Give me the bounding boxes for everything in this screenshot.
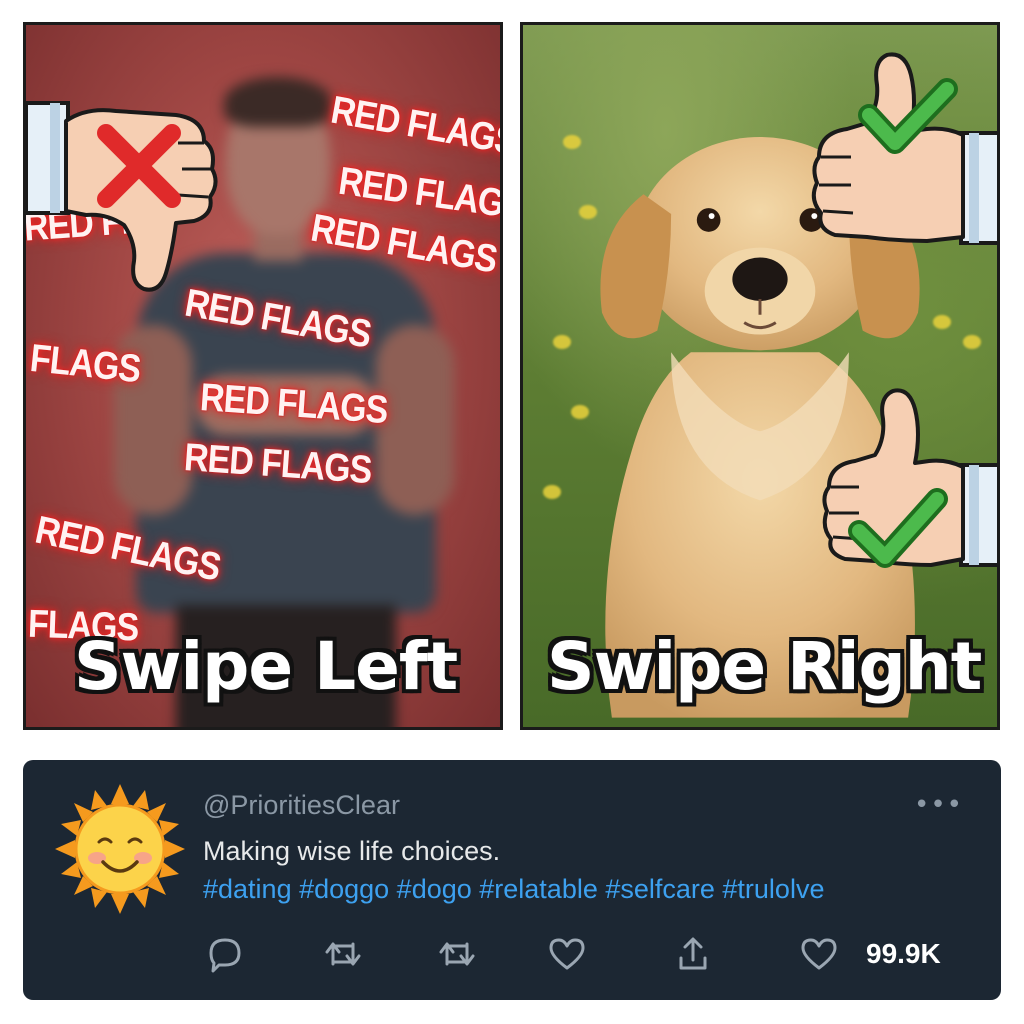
thumbs-down-red-x-icon (26, 101, 218, 292)
like-icon[interactable] (797, 932, 841, 976)
swipe-left-caption: Swipe Left (74, 628, 458, 705)
smiling-sun-icon[interactable] (55, 784, 185, 914)
share-icon[interactable] (671, 932, 715, 976)
reply-icon[interactable] (203, 932, 247, 976)
swipe-right-caption: Swipe Right (547, 628, 982, 705)
tweet-text: Making wise life choices. (203, 836, 501, 866)
more-dots-icon[interactable]: ••• (914, 790, 963, 820)
retweet-icon[interactable] (321, 932, 365, 976)
thumbs-up-green-check-icon (822, 388, 997, 568)
left-panel-swipe-left: RED FLAGS RED FLAGS RED FLAGS RED FLAGS … (23, 22, 503, 730)
like-count: 99.9K (866, 938, 941, 969)
tweet-card: @PrioritiesClear ••• Making wise life ch… (23, 760, 1001, 1000)
tweet-hashtags[interactable]: #dating #doggo #dogo #relatable #selfcar… (203, 874, 824, 905)
tweet-handle[interactable]: @PrioritiesClear (203, 790, 400, 821)
right-panel-swipe-right: Swipe Right (520, 22, 1000, 730)
retweet-icon[interactable] (435, 932, 479, 976)
like-icon[interactable] (545, 932, 589, 976)
thumbs-up-green-check-icon (811, 52, 997, 245)
